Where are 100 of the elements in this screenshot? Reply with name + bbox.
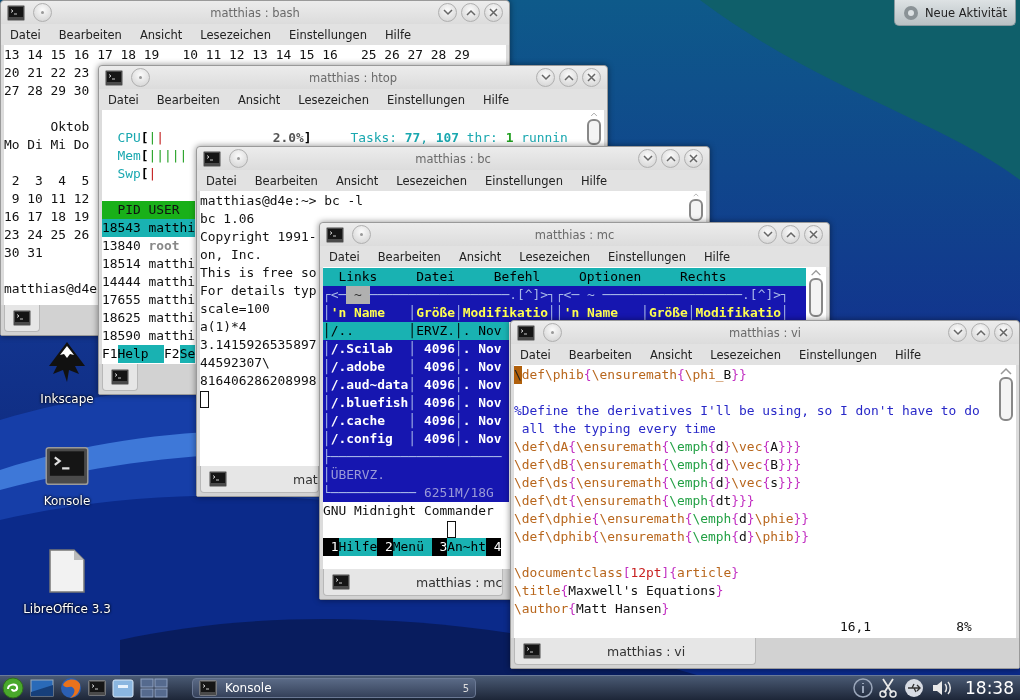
- session-tab[interactable]: [4, 305, 40, 332]
- menu-item[interactable]: Hilfe: [694, 247, 740, 266]
- menu-item[interactable]: Datei: [416, 268, 455, 286]
- menu-item[interactable]: Hilfe: [571, 171, 617, 190]
- maximize-button[interactable]: [661, 149, 680, 168]
- process-row[interactable]: 14444 matthi: [102, 273, 196, 291]
- menu-item[interactable]: Datei: [99, 90, 148, 109]
- network-icon[interactable]: [903, 678, 925, 698]
- scrollbar[interactable]: [808, 269, 824, 317]
- swirl-icon[interactable]: [2, 677, 24, 699]
- terminal-icon: [7, 4, 25, 21]
- menu-item[interactable]: Datei: [197, 171, 246, 190]
- scissors-icon[interactable]: [879, 678, 897, 698]
- process-row[interactable]: 18514 matthi: [102, 255, 196, 273]
- drawer-icon[interactable]: [112, 678, 134, 698]
- close-button[interactable]: [684, 149, 703, 168]
- menu-item[interactable]: Lesezeichen: [701, 345, 790, 364]
- session-tab[interactable]: [102, 364, 138, 391]
- menu-item[interactable]: Lesezeichen: [387, 171, 476, 190]
- menu-item[interactable]: Rechts: [680, 268, 727, 286]
- terminal-line: GNU Midnight Commander: [323, 502, 494, 520]
- minimize-button[interactable]: [758, 225, 777, 244]
- menu-item[interactable]: Ansicht: [640, 345, 702, 364]
- close-button[interactable]: [484, 3, 503, 22]
- process-row[interactable]: 18625 matthi: [102, 309, 196, 327]
- terminal-line: a(1)*4: [200, 318, 247, 336]
- document-icon[interactable]: [47, 548, 87, 594]
- maximize-button[interactable]: [971, 323, 990, 342]
- speaker-icon[interactable]: [931, 678, 953, 698]
- code-line: all the typing every time: [520, 420, 716, 438]
- activity-button[interactable]: Neue Aktivität: [894, 0, 1016, 26]
- menu-item[interactable]: Ansicht: [228, 90, 290, 109]
- menu-item[interactable]: Einstellungen: [378, 90, 474, 109]
- session-tab[interactable]: matthias : vi: [514, 638, 757, 665]
- menu-item[interactable]: Lesezeichen: [289, 90, 378, 109]
- menu-item[interactable]: Ansicht: [130, 25, 192, 44]
- maximize-button[interactable]: [559, 68, 578, 87]
- globe-icon[interactable]: [60, 677, 82, 699]
- file-row[interactable]: │/.. │ERVZ.│. Nov: [323, 322, 510, 340]
- minimize-button[interactable]: [638, 149, 657, 168]
- minimize-button[interactable]: [948, 323, 967, 342]
- menu-item[interactable]: Datei: [1, 25, 50, 44]
- menu-item[interactable]: Bearbeiten: [245, 171, 327, 190]
- chevron-up-icon[interactable]: [1000, 367, 1012, 375]
- file-row[interactable]: │/.config │ 4096│. Nov: [323, 430, 510, 448]
- minimize-button[interactable]: [438, 3, 457, 22]
- file-row[interactable]: │/.Scilab │ 4096│. Nov: [323, 340, 510, 358]
- grid-icon[interactable]: [140, 678, 168, 698]
- menu-item[interactable]: Lesezeichen: [510, 247, 599, 266]
- dot-icon: [551, 331, 554, 334]
- dot-icon: [139, 76, 142, 79]
- scrollbar[interactable]: [688, 193, 704, 221]
- file-row[interactable]: │/.cache │ 4096│. Nov: [323, 412, 510, 430]
- menu-item[interactable]: Einstellungen: [790, 345, 886, 364]
- process-row[interactable]: 13840 root: [102, 237, 196, 255]
- session-tab[interactable]: matthias : mc: [323, 569, 504, 596]
- menu-item[interactable]: Bearbeiten: [559, 345, 641, 364]
- shortcut-label[interactable]: Konsole: [43, 494, 91, 508]
- file-row[interactable]: │/.aud~data│ 4096│. Nov: [323, 376, 510, 394]
- terminal-line: 16 17 18 19: [4, 208, 90, 226]
- menu-item[interactable]: Hilfe: [885, 345, 931, 364]
- menu-item[interactable]: Bearbeiten: [147, 90, 229, 109]
- session-tab[interactable]: mat: [200, 466, 319, 493]
- close-button[interactable]: [582, 68, 601, 87]
- menu-item[interactable]: Befehl: [493, 268, 541, 286]
- menu-item[interactable]: Hilfe: [473, 90, 519, 109]
- process-row[interactable]: 18590 matthi: [102, 327, 196, 345]
- close-button[interactable]: [804, 225, 823, 244]
- menu-item[interactable]: Einstellungen: [476, 171, 572, 190]
- menu-item[interactable]: Einstellungen: [280, 25, 376, 44]
- text-cursor: [447, 520, 457, 538]
- shortcut-label[interactable]: LibreOffice 3.3: [23, 602, 111, 616]
- menu-item[interactable]: Hilfe: [375, 25, 421, 44]
- menu-item[interactable]: Datei: [320, 247, 369, 266]
- shortcut-label[interactable]: Inkscape: [40, 392, 94, 406]
- scrollbar[interactable]: [586, 112, 602, 145]
- maximize-button[interactable]: [461, 3, 480, 22]
- menu-item[interactable]: Bearbeiten: [368, 247, 450, 266]
- terminal-line: 23 24 25 26: [4, 226, 90, 244]
- menu-item[interactable]: Ansicht: [326, 171, 388, 190]
- terminal-line: 44592307\: [200, 354, 270, 372]
- file-row[interactable]: │/.adobe │ 4096│. Nov: [323, 358, 510, 376]
- task-button[interactable]: Konsole 5: [192, 678, 476, 698]
- process-row[interactable]: 18543 matthi: [102, 219, 196, 237]
- text-cursor: [200, 390, 209, 408]
- menu-item[interactable]: Optionen: [579, 268, 642, 286]
- menu-item[interactable]: Links: [338, 268, 378, 286]
- minimize-button[interactable]: [536, 68, 555, 87]
- menu-item[interactable]: Ansicht: [449, 247, 511, 266]
- menu-item[interactable]: Einstellungen: [599, 247, 695, 266]
- chevron-up-icon[interactable]: [810, 269, 822, 276]
- menu-item[interactable]: Lesezeichen: [191, 25, 280, 44]
- info-icon[interactable]: [853, 678, 873, 698]
- menu-item[interactable]: Datei: [511, 345, 560, 364]
- close-button[interactable]: [994, 323, 1013, 342]
- menu-item[interactable]: Bearbeiten: [49, 25, 131, 44]
- process-row[interactable]: 17655 matthi: [102, 291, 196, 309]
- maximize-button[interactable]: [781, 225, 800, 244]
- file-row[interactable]: │/.bluefish│ 4096│. Nov: [323, 394, 510, 412]
- monitor-icon[interactable]: [30, 679, 54, 697]
